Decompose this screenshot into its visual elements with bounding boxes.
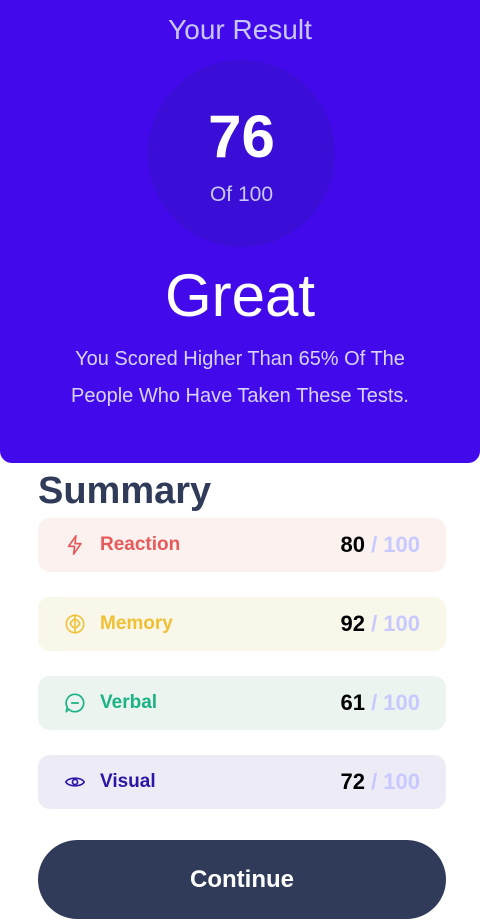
summary-item-value: 72 [340, 769, 365, 794]
result-heading: Your Result [168, 14, 312, 45]
summary-item-max: / 100 [364, 532, 420, 557]
rating-description: You Scored Higher Than 65% Of The People… [71, 348, 409, 407]
summary-item-label: Visual [100, 771, 156, 792]
summary-item-label: Memory [100, 613, 173, 634]
summary-item-score: 80 / 100 [340, 532, 420, 558]
summary-title: Summary [38, 470, 212, 512]
score-circle: 76 Of 100 [148, 60, 335, 247]
brain-icon [64, 613, 86, 635]
eye-icon [64, 771, 86, 793]
summary-item-verbal: Verbal 61 / 100 [38, 676, 446, 730]
result-card: Your Result 76 Of 100 Great You Scored H… [0, 0, 480, 463]
summary-item-label: Verbal [100, 692, 158, 713]
chat-bubble-icon [64, 692, 86, 714]
summary-item-max: / 100 [364, 611, 420, 636]
summary-item-reaction: Reaction 80 / 100 [38, 518, 446, 572]
summary-item-value: 92 [340, 611, 365, 636]
summary-item-visual: Visual 72 / 100 [38, 755, 446, 809]
summary-item-score: 92 / 100 [340, 611, 420, 637]
continue-button[interactable]: Continue [38, 840, 446, 919]
summary-item-max: / 100 [364, 769, 420, 794]
rating-label: Great [164, 262, 316, 329]
summary-item-value: 61 [340, 690, 365, 715]
summary-item-label: Reaction [100, 534, 181, 555]
score-total: Of 100 [209, 183, 274, 206]
summary-item-memory: Memory 92 / 100 [38, 597, 446, 651]
score-value: 76 [208, 103, 275, 170]
summary-item-max: / 100 [364, 690, 420, 715]
lightning-icon [64, 534, 86, 556]
summary-item-score: 61 / 100 [340, 690, 420, 716]
summary-item-score: 72 / 100 [340, 769, 420, 795]
summary-item-value: 80 [340, 532, 365, 557]
